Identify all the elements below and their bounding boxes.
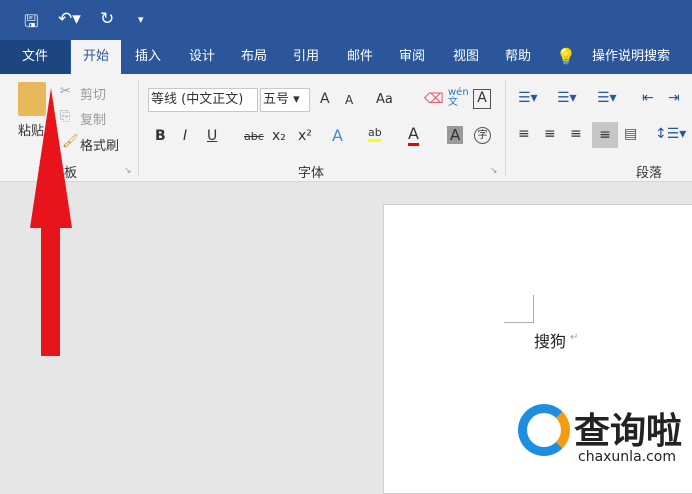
paragraph-group-label: 段落 [636,166,663,181]
justify-icon[interactable]: ≡ [592,122,618,148]
underline-button[interactable]: U [207,128,217,144]
align-right-icon[interactable]: ≡ [570,126,582,142]
tab-layout[interactable]: 布局 [234,40,274,74]
align-center-icon[interactable]: ≡ [544,126,556,142]
redo-icon[interactable]: ↻ [100,9,114,29]
highlight-button[interactable]: ab [368,126,382,142]
copy-button[interactable]: 复制 [80,109,106,128]
enclose-characters-button[interactable]: 字 [474,127,491,144]
phonetic-guide-icon[interactable]: wén文 [448,88,469,108]
font-color-button[interactable]: A [408,124,419,146]
tab-help[interactable]: 帮助 [498,40,538,74]
italic-button[interactable]: I [183,128,187,144]
ribbon-tabs: 文件 开始 插入 设计 布局 引用 邮件 审阅 视图 帮助 💡 操作说明搜索 [0,40,692,74]
font-name-select[interactable]: 等线 (中文正文) [148,88,258,112]
tab-file[interactable]: 文件 [0,40,70,74]
ribbon: 粘贴 ✂ 剪切 ⎘ 复制 🖌 格式刷 剪贴板 ↘ 等线 (中文正文) 五号 ▾ … [0,74,692,182]
font-group-label: 字体 [298,166,325,181]
lightbulb-icon: 💡 [556,47,576,66]
line-spacing-icon[interactable]: ↕☰▾ [655,126,686,142]
clear-formatting-icon[interactable]: ⌫ [424,91,444,107]
font-name-value: 等线 (中文正文) [151,92,244,107]
character-border-icon[interactable]: A [473,89,491,109]
customize-icon[interactable]: ▾ [138,13,144,26]
tab-mailings[interactable]: 邮件 [340,40,380,74]
tell-me-search[interactable]: 操作说明搜索 [586,40,676,74]
quick-access-toolbar: 🖫 ↶▾ ↻ ▾ [0,0,692,40]
format-painter-button[interactable]: 格式刷 [80,135,119,154]
superscript-button[interactable]: x² [298,128,312,144]
decrease-indent-icon[interactable]: ⇤ [642,90,654,106]
tab-review[interactable]: 审阅 [392,40,432,74]
change-case-button[interactable]: Aa [376,92,393,107]
increase-indent-icon[interactable]: ⇥ [668,90,680,106]
character-shading-button[interactable]: A [447,126,464,144]
watermark-logo-icon [518,404,570,456]
subscript-button[interactable]: x₂ [272,128,286,144]
arrow-shape [30,88,72,356]
tab-insert[interactable]: 插入 [128,40,168,74]
text-effects-button[interactable]: A [332,126,343,145]
font-launcher-icon[interactable]: ↘ [490,166,498,176]
divider [138,80,139,176]
tab-home[interactable]: 开始 [71,40,121,74]
cut-button[interactable]: 剪切 [80,84,106,103]
align-left-icon[interactable]: ≡ [518,126,530,142]
red-arrow-annotation [30,88,72,356]
multilevel-list-icon[interactable]: ☰▾ [597,90,617,106]
paragraph-mark-icon: ↵ [570,332,579,343]
numbering-icon[interactable]: ☰▾ [557,90,577,106]
margin-corner-mark [504,295,534,323]
shrink-font-icon[interactable]: A [345,93,353,107]
document-text[interactable]: 搜狗 [534,328,566,352]
watermark-brand: 查询啦 [574,411,683,452]
distributed-icon[interactable]: ▤ [624,126,637,142]
bullets-icon[interactable]: ☰▾ [518,90,538,106]
clipboard-launcher-icon[interactable]: ↘ [124,166,132,176]
divider [505,80,506,176]
tab-view[interactable]: 视图 [446,40,486,74]
undo-icon[interactable]: ↶▾ [58,9,81,29]
font-size-value: 五号 [263,92,290,107]
save-icon[interactable]: 🖫 [24,9,38,38]
tab-references[interactable]: 引用 [286,40,326,74]
grow-font-icon[interactable]: A [320,91,330,107]
font-size-select[interactable]: 五号 ▾ [260,88,310,112]
strikethrough-button[interactable]: abc [244,130,264,143]
bold-button[interactable]: B [155,128,166,144]
tab-design[interactable]: 设计 [182,40,222,74]
watermark-url: chaxunla.com [578,449,676,465]
